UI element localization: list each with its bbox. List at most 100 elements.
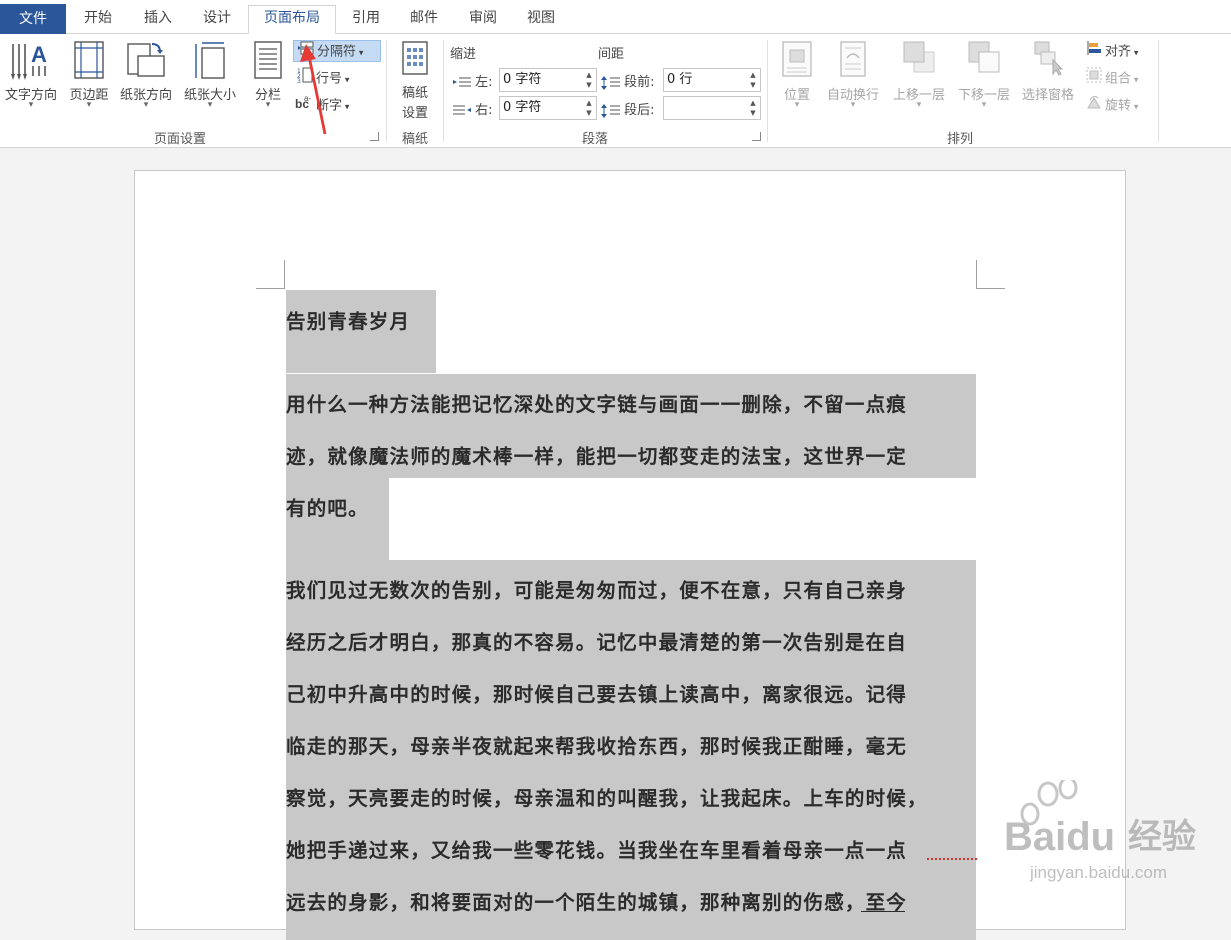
- document-title[interactable]: 告别青春岁月: [286, 305, 410, 334]
- columns-button[interactable]: 分栏 ▾: [247, 34, 289, 124]
- tab-review[interactable]: 审阅: [455, 6, 511, 34]
- tab-insert[interactable]: 插入: [130, 6, 186, 34]
- spinner-down-icon[interactable]: ▼: [748, 108, 758, 118]
- watermark-url: jingyan.baidu.com: [1029, 863, 1167, 882]
- size-icon: [195, 42, 225, 79]
- rotate-label: 旋转: [1105, 98, 1132, 114]
- rotate-button[interactable]: 旋转 ▾: [1086, 94, 1138, 116]
- margins-icon: [74, 41, 104, 79]
- tab-home[interactable]: 开始: [70, 6, 126, 34]
- chevron-down-icon: ▾: [1131, 75, 1139, 86]
- paragraph-line[interactable]: 迹，就像魔法师的魔术棒一样，能把一切都变走的法宝，这世界一定: [286, 440, 907, 469]
- chevron-down-icon: ▾: [342, 102, 350, 113]
- spinner-up-icon[interactable]: ▲: [584, 98, 594, 108]
- group-separator: [1158, 40, 1159, 142]
- paragraph-line[interactable]: 己初中升高中的时候，那时候自己要去镇上读高中，离家很远。记得: [286, 678, 907, 707]
- bring-forward-icon: [903, 41, 935, 73]
- paragraph-line[interactable]: 察觉，天亮要走的时候，母亲温和的叫醒我，让我起床。上车的时候，: [286, 782, 928, 811]
- chevron-down-icon: ▾: [794, 100, 800, 110]
- orientation-button[interactable]: 纸张方向 ▾: [115, 34, 177, 124]
- bring-forward-button[interactable]: 上移一层 ▾: [888, 34, 950, 124]
- spacing-before-input[interactable]: 0 行 ▲ ▼: [663, 68, 761, 92]
- chevron-down-icon: ▾: [1131, 48, 1139, 59]
- paragraph-line[interactable]: 经历之后才明白，那真的不容易。记忆中最清楚的第一次告别是在自: [286, 626, 907, 655]
- watermark-brand-cn: 经验: [1128, 817, 1196, 857]
- manuscript-settings-button[interactable]: 稿纸 设置: [392, 34, 438, 124]
- group-separator: [443, 40, 444, 142]
- indent-right-input[interactable]: 0 字符 ▲ ▼: [499, 96, 597, 120]
- rotate-icon: [1086, 94, 1102, 118]
- spinner-up-icon[interactable]: ▲: [584, 70, 594, 80]
- chevron-down-icon: ▾: [265, 100, 271, 110]
- tab-page-layout[interactable]: 页面布局: [248, 5, 336, 34]
- baidu-paw-icon: Baidu 经验 jingyan.baidu.com: [1004, 776, 1196, 882]
- columns-icon: [254, 41, 282, 79]
- group-separator: [767, 40, 768, 142]
- spacing-before-icon: [601, 75, 620, 90]
- spacing-after-input[interactable]: ▲ ▼: [663, 96, 761, 120]
- chevron-down-icon: ▾: [356, 48, 364, 59]
- ribbon-tab-bar: 文件 开始 插入 设计 页面布局 引用 邮件 审阅 视图: [0, 0, 1231, 34]
- indent-right-icon: [453, 105, 471, 114]
- indent-header: 缩进: [450, 47, 477, 62]
- page-setup-group-label: 页面设置: [153, 132, 206, 147]
- chevron-down-icon: ▾: [342, 75, 350, 86]
- spacing-after-icon: [601, 103, 620, 118]
- chevron-down-icon: ▾: [850, 100, 856, 110]
- spacing-before-label: 段前:: [600, 71, 655, 90]
- chevron-down-icon: ▾: [916, 100, 922, 110]
- send-backward-button[interactable]: 下移一层 ▾: [953, 34, 1015, 124]
- watermark-brand: Baidu: [1004, 815, 1115, 859]
- indent-left-input[interactable]: 0 字符 ▲ ▼: [499, 68, 597, 92]
- spinner-down-icon[interactable]: ▼: [584, 80, 594, 90]
- manuscript-group-label: 稿纸: [401, 132, 428, 147]
- page-setup-launcher-icon[interactable]: [370, 132, 379, 141]
- selection-pane-icon: [1034, 41, 1064, 76]
- position-button[interactable]: 位置 ▾: [774, 34, 820, 124]
- margins-button[interactable]: 页边距 ▾: [63, 34, 115, 124]
- baidu-watermark: Baidu 经验 jingyan.baidu.com: [1000, 776, 1220, 890]
- indent-left-label: 左:: [453, 71, 493, 90]
- orientation-icon: [127, 43, 165, 77]
- text-direction-button[interactable]: A 文字方向 ▾: [0, 34, 62, 124]
- word-underline: [861, 911, 905, 912]
- group-objects-button[interactable]: 组合 ▾: [1086, 67, 1138, 89]
- wrap-text-icon: [840, 41, 866, 77]
- size-button[interactable]: 纸张大小 ▾: [179, 34, 241, 124]
- selection-pane-button[interactable]: 选择窗格: [1017, 34, 1079, 124]
- group-objects-label: 组合: [1105, 71, 1132, 87]
- spinner-up-icon[interactable]: ▲: [748, 70, 758, 80]
- group-icon: [1086, 67, 1102, 91]
- document-page[interactable]: 告别青春岁月 用什么一种方法能把记忆深处的文字链与画面一一删除，不留一点痕 迹，…: [134, 170, 1126, 940]
- tab-file[interactable]: 文件: [0, 4, 66, 34]
- align-button[interactable]: 对齐 ▾: [1086, 40, 1138, 62]
- paragraph-line[interactable]: 有的吧。: [286, 492, 369, 521]
- paragraph-line[interactable]: 临走的那天，母亲半夜就起来帮我收拾东西，那时候我正酣睡，毫无: [286, 730, 907, 759]
- tab-view[interactable]: 视图: [513, 6, 569, 34]
- ribbon: A 文字方向 ▾ 页边距 ▾ 纸张方向 ▾ 纸张大小 ▾ 分栏 ▾ 分隔符 ▾ …: [0, 34, 1231, 148]
- manuscript-label-1: 稿纸: [401, 86, 428, 101]
- tab-references[interactable]: 引用: [338, 6, 394, 34]
- tab-design[interactable]: 设计: [189, 6, 245, 34]
- wrap-text-button[interactable]: 自动换行 ▾: [822, 34, 884, 124]
- tab-mailings[interactable]: 邮件: [396, 6, 452, 34]
- chevron-down-icon: ▾: [86, 100, 92, 110]
- arrange-group-label: 排列: [946, 132, 973, 147]
- paragraph-launcher-icon[interactable]: [752, 132, 761, 141]
- chevron-down-icon: ▾: [207, 100, 213, 110]
- paragraph-line[interactable]: 用什么一种方法能把记忆深处的文字链与画面一一删除，不留一点痕: [286, 388, 907, 417]
- paragraph-line[interactable]: 我们见过无数次的告别，可能是匆匆而过，便不在意，只有自己亲身: [286, 574, 907, 603]
- send-backward-icon: [968, 41, 1000, 73]
- manuscript-label-2: 设置: [401, 106, 428, 121]
- paragraph-line[interactable]: 她把手递过来，又给我一些零花钱。当我坐在车里看着母亲一点一点: [286, 834, 907, 863]
- text-direction-icon: A: [11, 42, 47, 80]
- chevron-down-icon: ▾: [981, 100, 987, 110]
- position-icon: [782, 41, 812, 77]
- indent-right-label: 右:: [453, 99, 493, 118]
- spinner-down-icon[interactable]: ▼: [748, 80, 758, 90]
- spinner-down-icon[interactable]: ▼: [584, 108, 594, 118]
- annotation-arrow-icon: [300, 44, 327, 135]
- svg-text:A: A: [31, 42, 47, 67]
- spinner-up-icon[interactable]: ▲: [748, 98, 758, 108]
- chevron-down-icon: ▾: [143, 100, 149, 110]
